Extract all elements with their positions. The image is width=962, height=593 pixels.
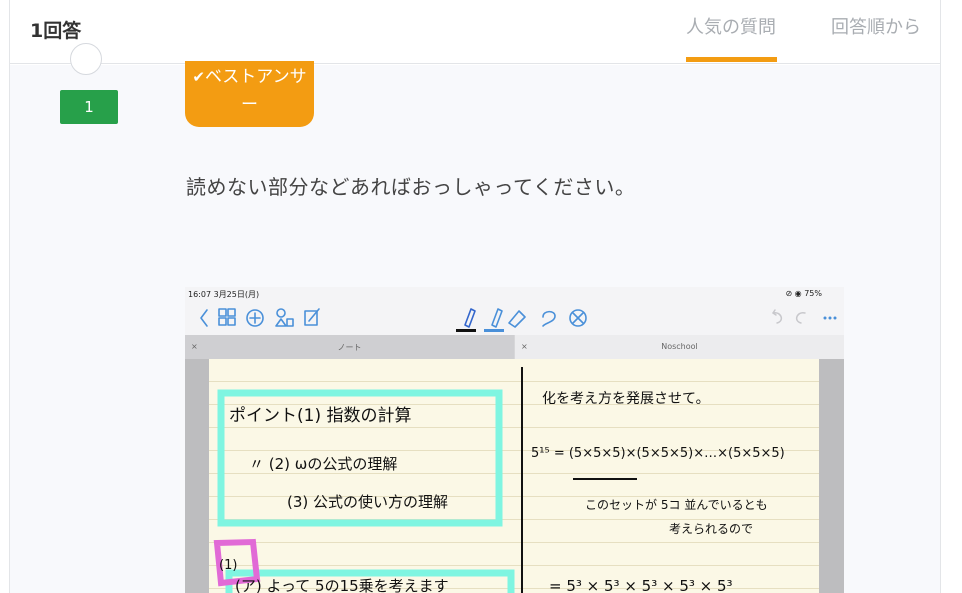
more-icon bbox=[823, 316, 837, 320]
best-answer-badge: ✔ベストアンサ ー bbox=[185, 61, 314, 127]
redo-icon bbox=[795, 312, 806, 324]
shapes-icon bbox=[276, 308, 286, 318]
svg-text:(1): (1) bbox=[219, 558, 237, 573]
active-tab-indicator bbox=[686, 57, 777, 62]
svg-text:このセットが 5コ 並んでいるとも: このセットが 5コ 並んでいるとも bbox=[585, 497, 768, 512]
back-chevron-icon bbox=[200, 309, 208, 327]
lasso-icon bbox=[542, 310, 556, 327]
tab-note[interactable]: × ノート bbox=[185, 335, 514, 359]
toolbar-icons bbox=[200, 308, 837, 332]
answer-item: 1 ✔ベストアンサ ー 読めない部分などあればおっしゃってください。 16:07… bbox=[10, 43, 940, 593]
answer-attachment-image[interactable]: 16:07 3月25日(月) ⊘ ◉ 75% × ノート × Noschool … bbox=[185, 287, 844, 593]
answer-count: 1回答 bbox=[30, 20, 82, 42]
vote-button[interactable] bbox=[70, 43, 102, 75]
svg-text:(3) 公式の使い方の理解: (3) 公式の使い方の理解 bbox=[287, 493, 448, 511]
svg-text:= 5³ × 5³ × 5³ × 5³ × 5³: = 5³ × 5³ × 5³ × 5³ × 5³ bbox=[549, 577, 733, 593]
eraser-icon bbox=[508, 310, 526, 328]
svg-text:考えられるので: 考えられるので bbox=[669, 522, 753, 536]
status-battery: ⊘ ◉ 75% bbox=[785, 289, 822, 298]
check-icon: ✔ bbox=[192, 68, 205, 86]
tab-noschool[interactable]: × Noschool bbox=[515, 335, 844, 359]
handwriting-canvas: ポイント(1) 指数の計算 〃 (2) ωの公式の理解 (3) 公式の使い方の理… bbox=[213, 367, 785, 593]
svg-text:化を考え方を発展させて。: 化を考え方を発展させて。 bbox=[542, 391, 710, 407]
highlighter-icon bbox=[491, 308, 503, 328]
svg-text:(ア) よって 5の15乗を考えます: (ア) よって 5の15乗を考えます bbox=[235, 577, 449, 593]
pen-icon bbox=[464, 308, 476, 328]
answers-card: 1回答 人気の質問 回答順から 1 ✔ベストアンサ ー 読めない部分などあればお… bbox=[9, 0, 941, 593]
grid-icon bbox=[218, 308, 227, 317]
note-tabs: × ノート × Noschool bbox=[185, 335, 844, 359]
vote-count-badge: 1 bbox=[60, 90, 118, 124]
tab-answer-order[interactable]: 回答順から bbox=[831, 13, 921, 39]
answer-text: 読めない部分などあればおっしゃってください。 bbox=[186, 175, 636, 199]
svg-text:ポイント(1) 指数の計算: ポイント(1) 指数の計算 bbox=[229, 406, 411, 426]
svg-text:5¹⁵ = (5×5×5)×(5×5×5)×…×(5×5×5: 5¹⁵ = (5×5×5)×(5×5×5)×…×(5×5×5) bbox=[531, 446, 785, 461]
handwritten-notes: ポイント(1) 指数の計算 〃 (2) ωの公式の理解 (3) 公式の使い方の理… bbox=[209, 359, 819, 593]
tablet-status-bar: 16:07 3月25日(月) ⊘ ◉ 75% bbox=[185, 287, 844, 301]
best-answer-label: ベストアンサ bbox=[204, 67, 307, 87]
status-time: 16:07 3月25日(月) bbox=[188, 290, 260, 299]
tab-popular[interactable]: 人気の質問 bbox=[686, 13, 776, 39]
best-answer-label-cont: ー bbox=[241, 95, 258, 115]
svg-text:〃 (2) ωの公式の理解: 〃 (2) ωの公式の理解 bbox=[249, 455, 397, 473]
note-app-toolbar bbox=[185, 301, 844, 335]
answers-header: 1回答 人気の質問 回答順から bbox=[10, 0, 940, 64]
notebook-page: ポイント(1) 指数の計算 〃 (2) ωの公式の理解 (3) 公式の使い方の理… bbox=[185, 359, 844, 593]
